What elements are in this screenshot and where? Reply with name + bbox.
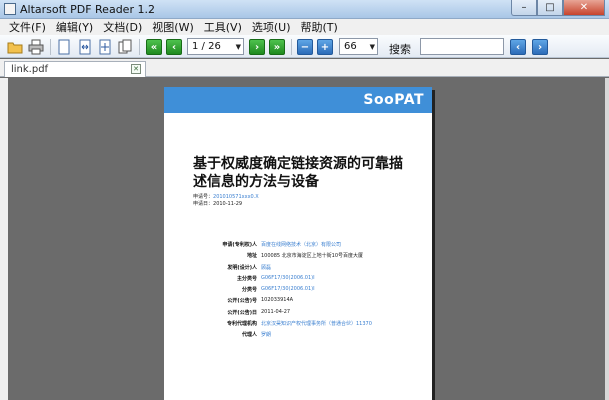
menu-document[interactable]: 文档(D) — [98, 19, 147, 35]
field-label: 专利代理机构 — [226, 321, 257, 328]
minimize-button[interactable]: – — [511, 0, 537, 16]
close-button[interactable]: ✕ — [563, 0, 605, 16]
chevron-down-icon: ▼ — [235, 43, 241, 51]
tab-link-pdf[interactable]: link.pdf ✕ — [4, 61, 146, 77]
toolbar: « ‹ 1 / 26 ▼ › » − + 66 ▼ 搜索 ‹ › — [0, 35, 609, 58]
previous-page-icon[interactable]: ‹ — [166, 39, 182, 55]
rotate-page-icon[interactable] — [116, 38, 134, 56]
tab-label: link.pdf — [11, 64, 49, 75]
window-title: Altarsoft PDF Reader 1.2 — [20, 3, 155, 16]
zoom-select-value: 66 — [344, 41, 357, 52]
field-label: 分类号 — [241, 287, 257, 294]
field-value[interactable]: 北京汉昊知识产权代理事务所（普通合伙）11370 — [261, 320, 372, 327]
field-value[interactable]: G06F17/30(2006.01)I — [261, 286, 315, 292]
menu-options[interactable]: 选项(U) — [247, 19, 296, 35]
app-icon — [4, 3, 16, 15]
field-value[interactable]: 罗朗 — [261, 331, 271, 338]
zoom-in-icon[interactable]: + — [317, 39, 333, 55]
brand-logo: SooPAT — [363, 92, 424, 108]
fit-page-icon[interactable] — [96, 38, 114, 56]
menu-edit[interactable]: 编辑(Y) — [51, 19, 98, 35]
close-tab-icon[interactable]: ✕ — [131, 64, 141, 74]
field-label: 申请(专利权)人 — [222, 242, 257, 248]
document-title: 基于权威度确定链接资源的可靠描述信息的方法与设备 — [193, 156, 403, 190]
patent-fields: 申请(专利权)人 百度在线网络技术（北京）有限公司 地址 100085 北京市海淀区… — [164, 241, 432, 343]
menu-bar: 文件(F) 编辑(Y) 文档(D) 视图(W) 工具(V) 选项(U) 帮助(T… — [0, 19, 609, 35]
first-page-icon[interactable]: « — [146, 39, 162, 55]
field-value[interactable]: 顾磊 — [261, 264, 271, 271]
menu-file[interactable]: 文件(F) — [4, 19, 51, 35]
search-previous-icon[interactable]: ‹ — [510, 39, 526, 55]
menu-tools[interactable]: 工具(V) — [199, 19, 247, 35]
field-label: 发明(设计)人 — [227, 264, 257, 271]
viewer-scrollbar[interactable] — [605, 78, 609, 400]
meta-value[interactable]: 201010571xxx0.X — [213, 194, 259, 200]
page-select-value: 1 / 26 — [192, 41, 221, 52]
print-icon[interactable] — [27, 38, 45, 56]
field-row: 代理人 罗朗 — [164, 331, 432, 342]
field-label: 地址 — [246, 253, 257, 260]
field-label: 主分类号 — [236, 275, 257, 282]
field-value[interactable]: 百度在线网络技术（北京）有限公司 — [261, 241, 341, 248]
field-row: 分类号 G06F17/30(2006.01)I — [164, 286, 432, 297]
search-next-icon[interactable]: › — [532, 39, 548, 55]
field-value[interactable]: G06F17/30(2006.01)I — [261, 275, 315, 281]
field-row: 申请(专利权)人 百度在线网络技术（北京）有限公司 — [164, 241, 432, 252]
next-page-icon[interactable]: › — [249, 39, 265, 55]
last-page-icon[interactable]: » — [269, 39, 285, 55]
menu-help[interactable]: 帮助(T) — [296, 19, 343, 35]
field-row: 公开(公告)日 2011-04-27 — [164, 309, 432, 320]
meta-label: 申请号： — [193, 194, 214, 200]
meta-value: 2010-11-29 — [213, 201, 243, 207]
field-value: 100085 北京市海淀区上地十街10号百度大厦 — [261, 253, 364, 260]
fit-width-icon[interactable] — [76, 38, 94, 56]
search-label: 搜索 — [389, 43, 411, 56]
document-tab-strip: link.pdf ✕ — [0, 59, 609, 77]
field-row: 发明(设计)人 顾磊 — [164, 264, 432, 275]
search-input[interactable] — [420, 38, 504, 55]
page-header-bar: SooPAT — [164, 87, 432, 113]
field-row: 主分类号 G06F17/30(2006.01)I — [164, 275, 432, 286]
field-row: 公开(公告)号 102033914A — [164, 297, 432, 308]
field-label: 公开(公告)日 — [227, 309, 257, 316]
application-meta: 申请号：201010571xxx0.X 申请日：2010-11-29 — [193, 194, 259, 208]
zoom-out-icon[interactable]: − — [297, 39, 313, 55]
field-label: 代理人 — [241, 332, 257, 339]
field-row: 专利代理机构 北京汉昊知识产权代理事务所（普通合伙）11370 — [164, 320, 432, 331]
zoom-select[interactable]: 66 ▼ — [339, 38, 378, 55]
page-select[interactable]: 1 / 26 ▼ — [187, 38, 244, 55]
meta-label: 申请日： — [193, 201, 214, 207]
field-row: 地址 100085 北京市海淀区上地十街10号百度大厦 — [164, 252, 432, 263]
pdf-page: SooPAT 基于权威度确定链接资源的可靠描述信息的方法与设备 申请号：2010… — [164, 87, 432, 400]
field-label: 公开(公告)号 — [227, 298, 257, 305]
field-value: 2011-04-27 — [261, 308, 291, 315]
maximize-button[interactable]: □ — [537, 0, 563, 16]
viewer-left-border — [0, 78, 8, 400]
single-page-icon[interactable] — [55, 38, 73, 56]
field-value: 102033914A — [261, 297, 294, 304]
title-bar: Altarsoft PDF Reader 1.2 – □ ✕ — [0, 0, 609, 19]
menu-view[interactable]: 视图(W) — [147, 19, 198, 35]
chevron-down-icon: ▼ — [369, 43, 375, 51]
open-folder-icon[interactable] — [6, 38, 24, 56]
